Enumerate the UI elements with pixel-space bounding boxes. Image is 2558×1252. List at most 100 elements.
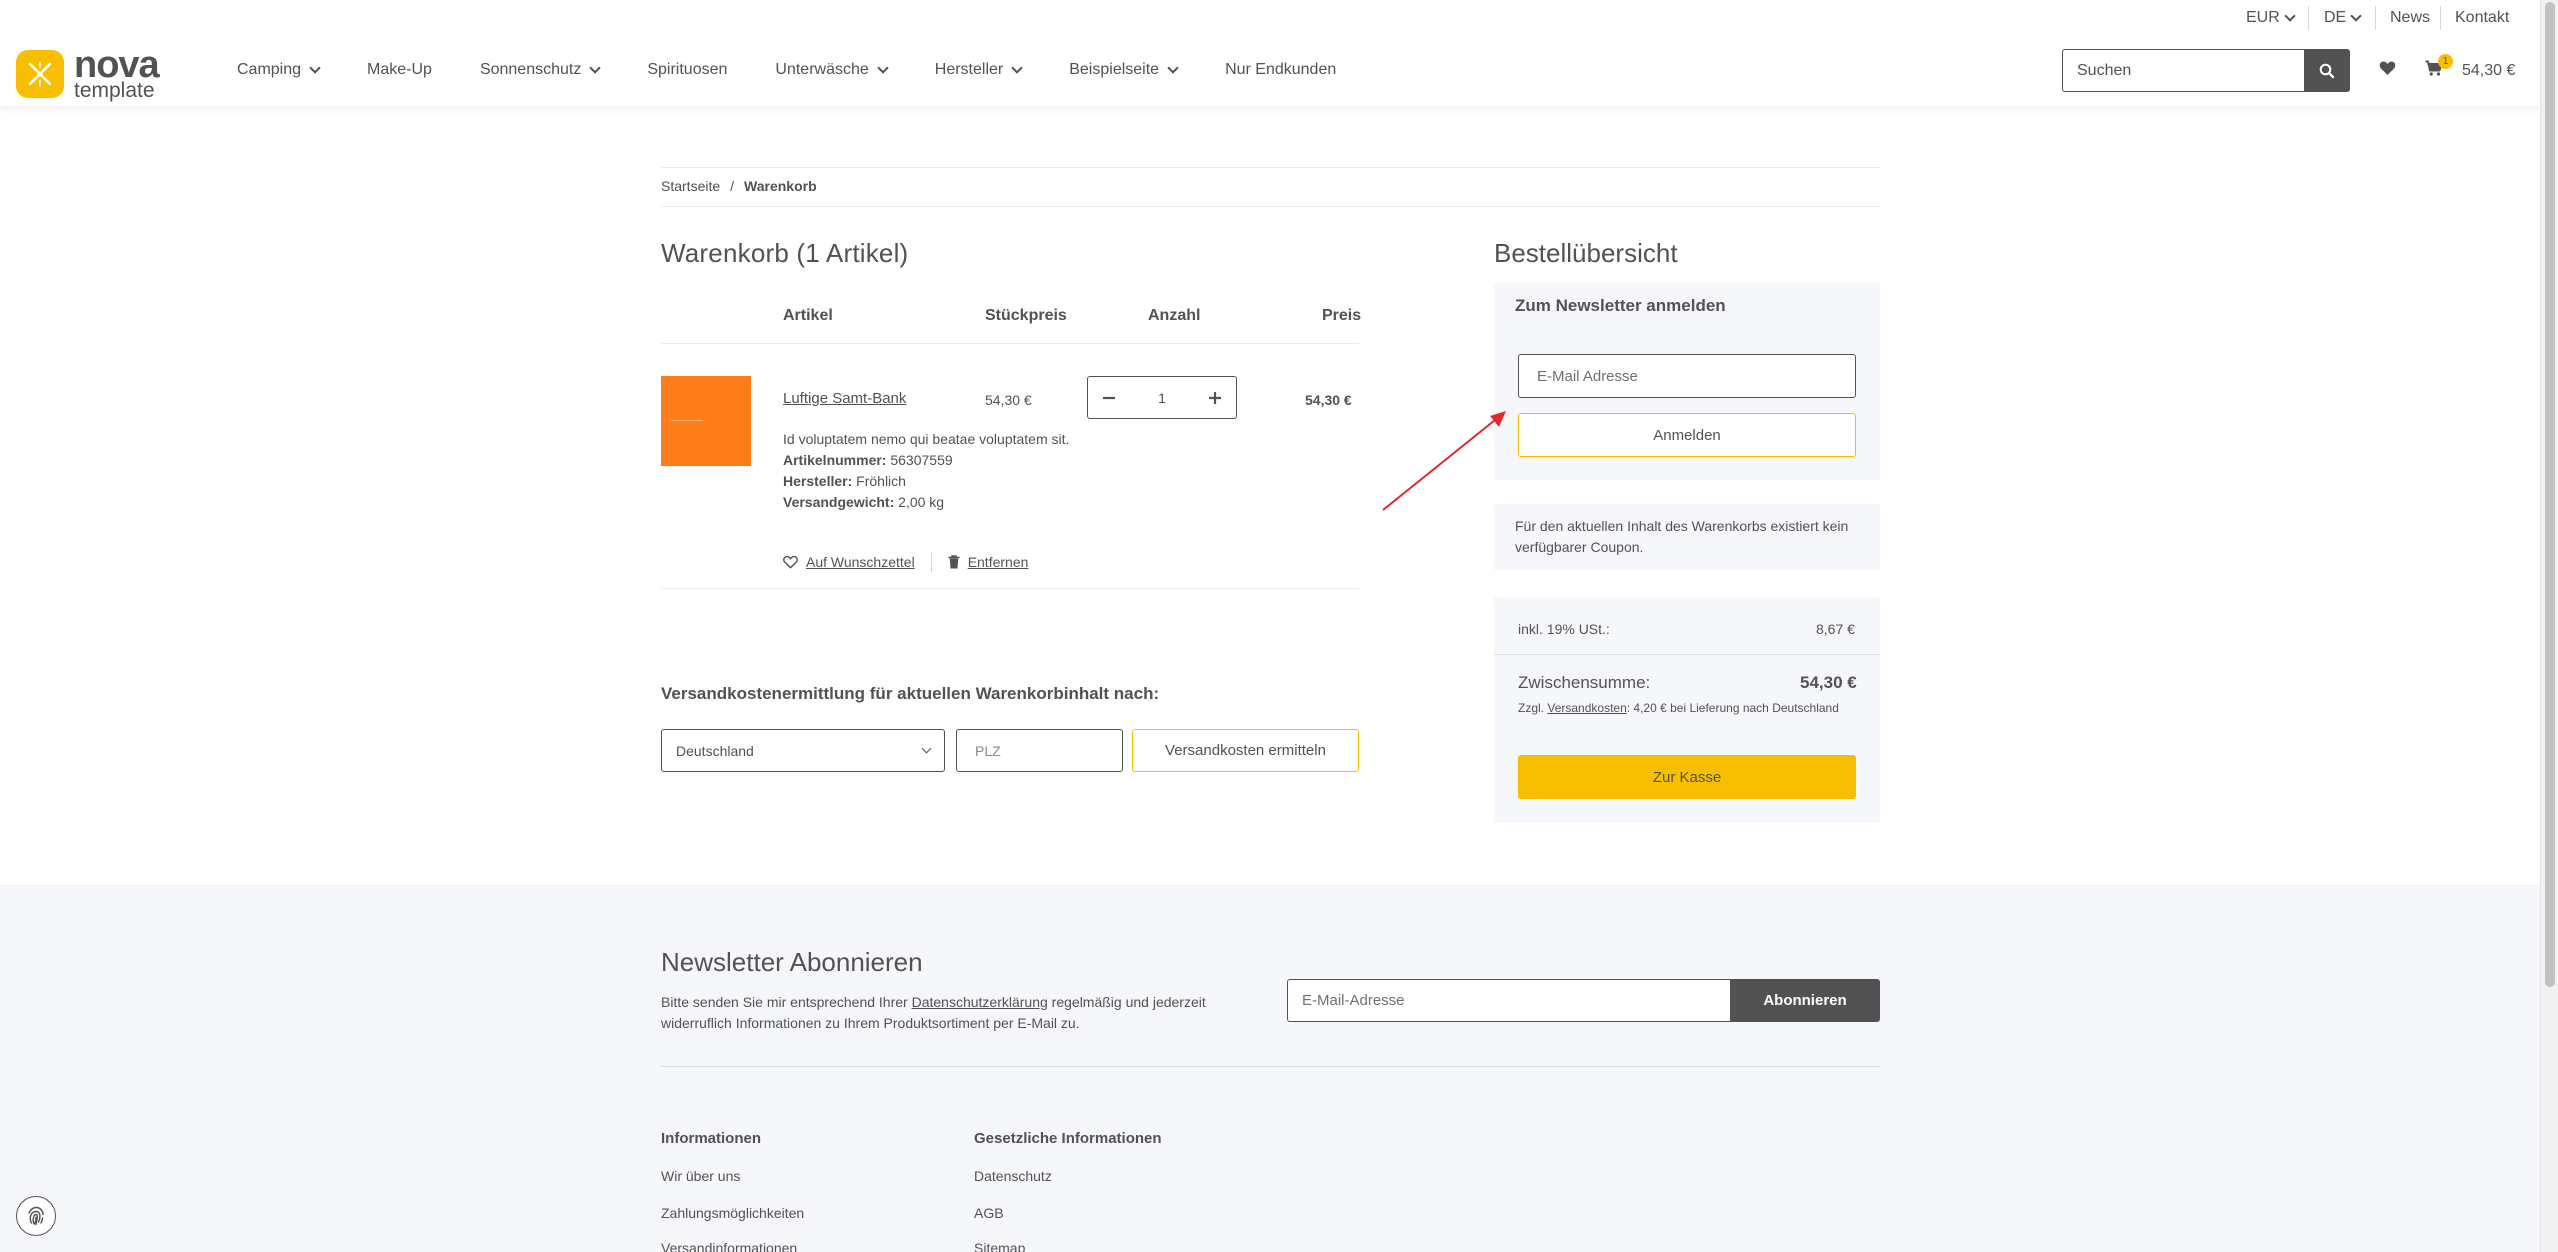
shipping-costs-link[interactable]: Versandkosten — [1547, 701, 1626, 715]
chevron-down-icon — [921, 743, 932, 753]
nav-label: Beispielseite — [1069, 61, 1160, 78]
product-name-link[interactable]: Luftige Samt-Bank — [783, 390, 906, 407]
news-link[interactable]: News — [2390, 9, 2430, 27]
shipping-note: Zzgl. Versandkosten: 4,20 € bei Lieferun… — [1518, 698, 1858, 719]
heart-icon — [783, 555, 798, 569]
footer-link-shipping[interactable]: Versandinformationen — [661, 1240, 797, 1252]
main-header: nova template Camping Make-Up Sonnenschu… — [0, 36, 2540, 106]
wishlist-button[interactable]: Auf Wunschzettel — [783, 554, 915, 570]
divider — [1494, 654, 1880, 655]
trash-icon — [948, 555, 960, 569]
fingerprint-icon — [28, 1206, 44, 1226]
footer-column-title-legal: Gesetzliche Informationen — [974, 1130, 1162, 1147]
product-description: Id voluptatem nemo qui beatae voluptatem… — [783, 431, 1070, 447]
language-dropdown[interactable]: DE — [2324, 9, 2362, 27]
chevron-down-icon — [1011, 61, 1023, 74]
contact-link[interactable]: Kontakt — [2455, 9, 2509, 27]
footer-link-payment[interactable]: Zahlungsmöglichkeiten — [661, 1205, 804, 1221]
remove-label: Entfernen — [967, 554, 1029, 570]
tax-label: inkl. 19% USt.: — [1518, 621, 1610, 637]
newsletter-title: Zum Newsletter anmelden — [1515, 296, 1726, 315]
plus-icon[interactable] — [1208, 391, 1222, 405]
manufacturer-value: Fröhlich — [856, 473, 906, 489]
footer-link-sitemap[interactable]: Sitemap — [974, 1240, 1025, 1252]
country-value: Deutschland — [676, 742, 754, 759]
divider — [2375, 6, 2376, 30]
chevron-down-icon — [2284, 9, 2296, 22]
footer-newsletter-title: Newsletter Abonnieren — [661, 947, 923, 977]
manufacturer-label: Hersteller: — [783, 473, 853, 489]
tax-value: 8,67 € — [1816, 621, 1855, 637]
column-header-article: Artikel — [783, 307, 833, 324]
nav-item-beispielseite[interactable]: Beispielseite — [1069, 61, 1179, 79]
product-actions: Auf Wunschzettel Entfernen — [783, 552, 1028, 572]
divider — [661, 588, 1359, 589]
breadcrumb-home[interactable]: Startseite — [661, 178, 720, 194]
breadcrumb: Startseite / Warenkorb — [661, 178, 817, 194]
country-select[interactable]: Deutschland — [661, 729, 945, 772]
sku-label: Artikelnummer: — [783, 452, 887, 468]
footer-link-terms[interactable]: AGB — [974, 1205, 1004, 1221]
footer-column-title-informationen: Informationen — [661, 1130, 761, 1147]
newsletter-email-input[interactable] — [1518, 354, 1856, 398]
nav-item-unterwaesche[interactable]: Unterwäsche — [775, 61, 889, 79]
currency-dropdown[interactable]: EUR — [2246, 9, 2296, 27]
page-scrollbar[interactable] — [2540, 0, 2558, 1252]
nav-item-camping[interactable]: Camping — [237, 61, 321, 79]
calculate-shipping-button[interactable]: Versandkosten ermitteln — [1132, 729, 1359, 772]
search-input[interactable] — [2062, 49, 2304, 92]
chevron-down-icon — [589, 61, 602, 74]
product-unit-price: 54,30 € — [985, 392, 1032, 408]
nav-label: Sonnenschutz — [479, 61, 582, 78]
shipping-note-suffix: : 4,20 € bei Lieferung nach Deutschland — [1626, 701, 1839, 715]
divider — [661, 343, 1359, 344]
nav-item-make-up[interactable]: Make-Up — [367, 61, 432, 79]
page-title: Warenkorb (1 Artikel) — [661, 238, 909, 268]
footer-subscribe-button[interactable]: Abonnieren — [1730, 979, 1880, 1022]
checkout-button[interactable]: Zur Kasse — [1518, 755, 1856, 799]
chevron-down-icon — [1167, 61, 1179, 74]
product-image[interactable] — [661, 376, 751, 466]
privacy-settings-button[interactable] — [16, 1196, 56, 1236]
divider — [661, 167, 1880, 168]
logo[interactable]: nova template — [16, 46, 160, 102]
minus-icon[interactable] — [1102, 391, 1116, 405]
nav-item-nur-endkunden[interactable]: Nur Endkunden — [1225, 61, 1336, 79]
nav-label: Unterwäsche — [775, 61, 869, 78]
scrollbar-thumb[interactable] — [2545, 2, 2555, 987]
footer-email-input[interactable] — [1287, 979, 1730, 1022]
newsletter-subscribe-button[interactable]: Anmelden — [1518, 413, 1856, 457]
divider — [661, 206, 1880, 207]
heart-icon[interactable] — [2379, 60, 2396, 76]
subtotal-value: 54,30 € — [1800, 673, 1857, 692]
footer-link-privacy[interactable]: Datenschutz — [974, 1168, 1052, 1184]
nav-item-spirituosen[interactable]: Spirituosen — [647, 61, 727, 79]
privacy-policy-link[interactable]: Datenschutzerklärung — [912, 994, 1048, 1010]
divider — [2308, 6, 2309, 30]
breadcrumb-separator: / — [730, 178, 735, 194]
column-header-price: Preis — [1322, 307, 1362, 324]
summary-title: Bestellübersicht — [1494, 238, 1678, 268]
chevron-down-icon — [2350, 9, 2362, 22]
footer-text-prefix: Bitte senden Sie mir entsprechend Ihrer — [661, 994, 908, 1010]
language-label: DE — [2324, 9, 2347, 26]
quantity-value[interactable]: 1 — [1158, 390, 1166, 406]
user-icon[interactable] — [2334, 60, 2350, 76]
remove-button[interactable]: Entfernen — [948, 554, 1029, 570]
nav-label: Camping — [237, 61, 302, 78]
logo-text: nova template — [74, 46, 160, 102]
zip-input[interactable] — [956, 729, 1123, 772]
logo-line2: template — [74, 79, 155, 102]
divider — [661, 1066, 1880, 1067]
search-icon — [2319, 63, 2335, 78]
footer-link-about[interactable]: Wir über uns — [661, 1168, 740, 1184]
currency-label: EUR — [2246, 9, 2280, 26]
nav-item-sonnenschutz[interactable]: Sonnenschutz — [479, 61, 602, 79]
divider — [2440, 6, 2441, 30]
quantity-stepper: 1 — [1087, 376, 1237, 419]
footer-newsletter-text: Bitte senden Sie mir entsprechend Ihrer … — [661, 992, 1261, 1034]
nav-item-hersteller[interactable]: Hersteller — [935, 61, 1023, 79]
main-nav: Camping Make-Up Sonnenschutz Spirituosen… — [237, 61, 1336, 79]
nav-label: Nur Endkunden — [1225, 61, 1337, 78]
footer — [0, 884, 2540, 1252]
